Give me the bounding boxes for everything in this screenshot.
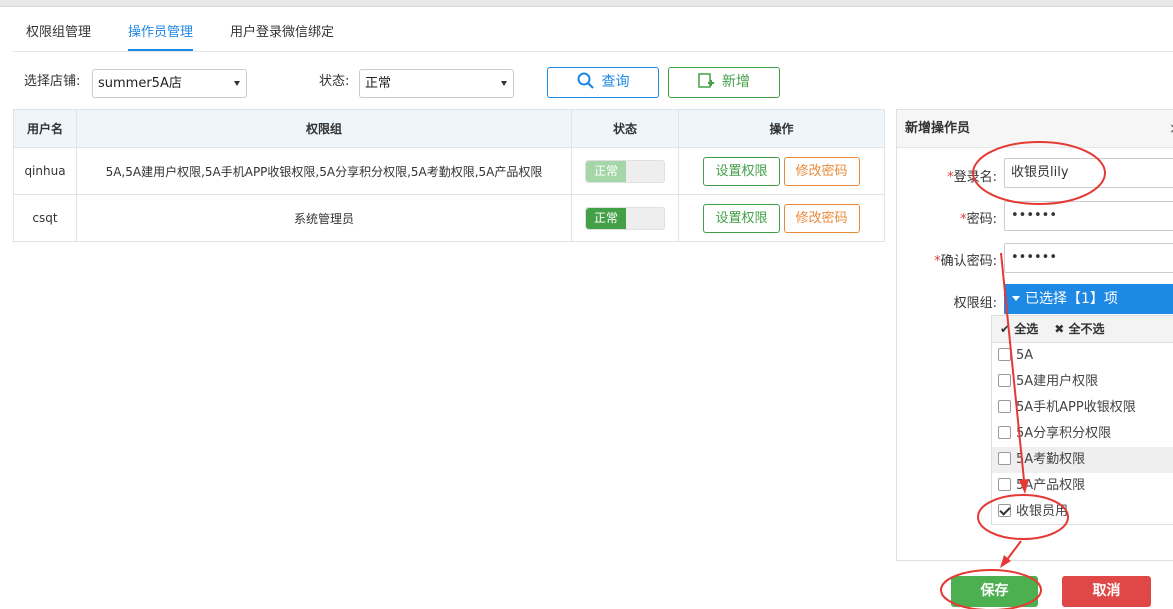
dropdown-actions: ✔ 全选 ✖ 全不选 bbox=[992, 316, 1173, 343]
password-input[interactable]: •••••• bbox=[1004, 201, 1173, 231]
login-name-input[interactable]: 收银员lily bbox=[1004, 158, 1173, 188]
table-header-row: 用户名 权限组 状态 操作 bbox=[13, 109, 885, 148]
shop-select-value: summer5A店 bbox=[98, 76, 182, 91]
option-item[interactable]: 5A产品权限 bbox=[992, 473, 1173, 499]
option-item[interactable]: 5A考勤权限 bbox=[992, 447, 1173, 473]
select-none-button[interactable]: ✖ 全不选 bbox=[1054, 322, 1112, 336]
row-actions: 设置权限 修改密码 bbox=[678, 194, 885, 242]
checkbox[interactable] bbox=[998, 400, 1011, 413]
set-permission-button[interactable]: 设置权限 bbox=[703, 203, 780, 233]
add-button[interactable]: 新增 bbox=[668, 67, 780, 98]
option-item[interactable]: 5A分享积分权限 bbox=[992, 421, 1173, 447]
checkbox[interactable] bbox=[998, 348, 1011, 361]
status-toggle[interactable]: 正常 bbox=[585, 159, 665, 183]
group-multiselect-summary: 已选择【1】项 bbox=[1025, 291, 1118, 307]
shop-select[interactable]: summer5A店 bbox=[92, 69, 247, 98]
row-groups: 5A,5A建用户权限,5A手机APP收银权限,5A分享积分权限,5A考勤权限,5… bbox=[76, 147, 572, 195]
save-button[interactable]: 保存 bbox=[951, 576, 1038, 607]
row-actions: 设置权限 修改密码 bbox=[678, 147, 885, 195]
checkbox[interactable] bbox=[998, 478, 1011, 491]
add-button-label: 新增 bbox=[722, 74, 750, 90]
group-multiselect[interactable]: 已选择【1】项 bbox=[1004, 284, 1173, 314]
confirm-password-label: *确认密码: bbox=[934, 254, 997, 269]
row-username: csqt bbox=[13, 194, 77, 242]
chevron-down-icon bbox=[501, 81, 507, 86]
table-row: csqt 系统管理员 正常 设置权限 修改密码 bbox=[13, 194, 885, 242]
tab-permission-groups[interactable]: 权限组管理 bbox=[26, 18, 91, 51]
shop-label: 选择店铺: bbox=[24, 74, 81, 89]
col-groups-header: 权限组 bbox=[76, 109, 572, 148]
close-icon[interactable]: × bbox=[1169, 110, 1173, 148]
status-toggle-label: 正常 bbox=[586, 207, 626, 229]
group-options-list: ✔ 全选 ✖ 全不选 5A 5A建用户权限 5A手机APP收银权限 5A分享积分权… bbox=[991, 315, 1173, 525]
status-select-value: 正常 bbox=[365, 76, 392, 91]
option-item[interactable]: 5A建用户权限 bbox=[992, 369, 1173, 395]
tab-wechat-binding[interactable]: 用户登录微信绑定 bbox=[230, 18, 334, 51]
browser-top-strip bbox=[0, 0, 1173, 7]
cancel-button[interactable]: 取消 bbox=[1062, 576, 1151, 607]
change-password-button[interactable]: 修改密码 bbox=[783, 156, 860, 186]
search-icon bbox=[577, 72, 594, 89]
table-row: qinhua 5A,5A建用户权限,5A手机APP收银权限,5A分享积分权限,5… bbox=[13, 147, 885, 195]
chevron-down-icon bbox=[234, 81, 240, 86]
password-label: *密码: bbox=[960, 212, 997, 227]
row-status: 正常 bbox=[571, 194, 679, 242]
set-permission-button[interactable]: 设置权限 bbox=[703, 156, 780, 186]
change-password-button[interactable]: 修改密码 bbox=[783, 203, 860, 233]
confirm-password-input[interactable]: •••••• bbox=[1004, 243, 1173, 273]
status-toggle-label: 正常 bbox=[586, 160, 626, 182]
checkbox[interactable] bbox=[998, 374, 1011, 387]
add-operator-panel: 新增操作员 × *登录名: 收银员lily *密码: •••••• *确认密码:… bbox=[896, 109, 1173, 561]
checkbox[interactable] bbox=[998, 452, 1011, 465]
status-select[interactable]: 正常 bbox=[359, 69, 514, 98]
option-item[interactable]: 收银员用 bbox=[992, 499, 1173, 525]
col-status-header: 状态 bbox=[571, 109, 679, 148]
query-button[interactable]: 查询 bbox=[547, 67, 659, 98]
status-label: 状态: bbox=[319, 74, 350, 89]
tab-operators[interactable]: 操作员管理 bbox=[128, 18, 194, 51]
tab-bar: 权限组管理 操作员管理 用户登录微信绑定 bbox=[12, 18, 1173, 52]
row-status: 正常 bbox=[571, 147, 679, 195]
query-button-label: 查询 bbox=[601, 74, 630, 90]
col-username-header: 用户名 bbox=[13, 109, 77, 148]
checkbox-checked[interactable] bbox=[998, 504, 1011, 517]
option-item[interactable]: 5A bbox=[992, 343, 1173, 369]
status-toggle[interactable]: 正常 bbox=[585, 206, 665, 230]
caret-down-icon bbox=[1012, 296, 1020, 301]
select-all-button[interactable]: ✔ 全选 bbox=[1000, 322, 1046, 336]
panel-title: 新增操作员 bbox=[897, 110, 1173, 148]
row-groups: 系统管理员 bbox=[76, 194, 572, 242]
checkbox[interactable] bbox=[998, 426, 1011, 439]
option-item[interactable]: 5A手机APP收银权限 bbox=[992, 395, 1173, 421]
login-name-label: *登录名: bbox=[947, 170, 997, 185]
col-actions-header: 操作 bbox=[678, 109, 885, 148]
row-username: qinhua bbox=[13, 147, 77, 195]
operators-table: 用户名 权限组 状态 操作 qinhua 5A,5A建用户权限,5A手机APP收… bbox=[13, 109, 885, 242]
group-label: 权限组: bbox=[953, 296, 997, 311]
add-icon bbox=[698, 73, 714, 88]
